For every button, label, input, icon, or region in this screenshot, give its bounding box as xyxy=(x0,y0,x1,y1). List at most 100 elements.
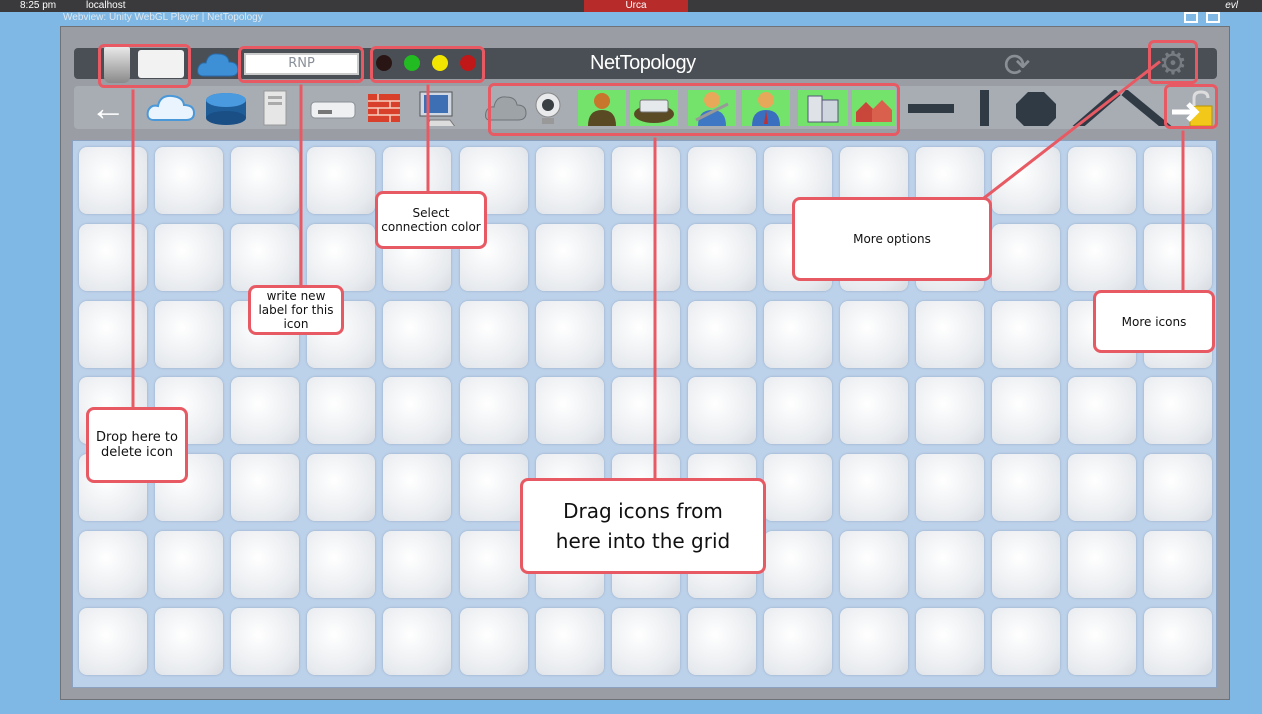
grid-cell[interactable] xyxy=(383,531,452,598)
grid-cell[interactable] xyxy=(1144,147,1213,214)
grid-cell[interactable] xyxy=(459,454,528,522)
grid-cell[interactable] xyxy=(307,454,376,522)
grid-cell[interactable] xyxy=(535,377,604,445)
grid-cell[interactable] xyxy=(1068,147,1137,214)
grid-cell[interactable] xyxy=(611,147,680,214)
grid-cell[interactable] xyxy=(992,531,1061,598)
grid-cell[interactable] xyxy=(231,223,300,291)
grid-cell[interactable] xyxy=(1068,223,1137,291)
grid-cell[interactable] xyxy=(687,607,756,675)
grid-cell[interactable] xyxy=(231,147,300,214)
horizontal-line-icon[interactable] xyxy=(906,90,956,126)
grid-cell[interactable] xyxy=(307,531,376,598)
grid-cell[interactable] xyxy=(1144,377,1213,445)
grid-cell[interactable] xyxy=(231,377,300,445)
palette-highlight xyxy=(488,83,900,136)
grid-cell[interactable] xyxy=(383,300,452,368)
grid-cell[interactable] xyxy=(687,300,756,368)
desktop-computer-icon[interactable] xyxy=(416,90,460,126)
grid-cell[interactable] xyxy=(1144,454,1213,522)
firewall-icon[interactable] xyxy=(366,90,402,126)
grid-cell[interactable] xyxy=(916,300,985,368)
grid-cell[interactable] xyxy=(535,223,604,291)
grid-cell[interactable] xyxy=(79,300,147,368)
grid-cell[interactable] xyxy=(79,147,147,214)
grid-cell[interactable] xyxy=(840,531,908,598)
grid-cell[interactable] xyxy=(840,454,908,522)
grid-cell[interactable] xyxy=(535,607,604,675)
topology-grid[interactable] xyxy=(72,140,1217,688)
grid-cell[interactable] xyxy=(459,607,528,675)
grid-cell[interactable] xyxy=(307,607,376,675)
grid-cell[interactable] xyxy=(763,377,832,445)
host-label: localhost xyxy=(86,0,126,11)
grid-cell[interactable] xyxy=(459,300,528,368)
grid-cell[interactable] xyxy=(763,454,832,522)
back-arrow-icon[interactable]: ← xyxy=(86,90,130,126)
grid-cell[interactable] xyxy=(916,531,985,598)
grid-cell[interactable] xyxy=(992,223,1061,291)
grid-cell[interactable] xyxy=(383,377,452,445)
vertical-line-icon[interactable] xyxy=(972,90,996,126)
grid-cell[interactable] xyxy=(231,454,300,522)
grid-cell[interactable] xyxy=(535,147,604,214)
grid-cell[interactable] xyxy=(763,300,832,368)
grid-cell[interactable] xyxy=(611,223,680,291)
grid-cell[interactable] xyxy=(535,300,604,368)
drag-callout: Drag icons from here into the grid xyxy=(520,478,766,574)
grid-cell[interactable] xyxy=(155,147,224,214)
grid-cell[interactable] xyxy=(992,377,1061,445)
grid-cell[interactable] xyxy=(155,223,224,291)
grid-cell[interactable] xyxy=(307,223,376,291)
options-callout: More options xyxy=(792,197,992,281)
grid-cell[interactable] xyxy=(1144,531,1213,598)
grid-cell[interactable] xyxy=(840,377,908,445)
grid-cell[interactable] xyxy=(1068,531,1137,598)
grid-cell[interactable] xyxy=(687,147,756,214)
grid-cell[interactable] xyxy=(916,454,985,522)
grid-cell[interactable] xyxy=(231,607,300,675)
grid-cell[interactable] xyxy=(459,377,528,445)
grid-cell[interactable] xyxy=(155,531,224,598)
grid-cell[interactable] xyxy=(763,531,832,598)
grid-cell[interactable] xyxy=(611,300,680,368)
grid-cell[interactable] xyxy=(916,607,985,675)
grid-cell[interactable] xyxy=(1144,223,1213,291)
grid-cell[interactable] xyxy=(1068,377,1137,445)
server-tower-icon[interactable] xyxy=(262,90,288,126)
grid-cell[interactable] xyxy=(155,300,224,368)
grid-cell[interactable] xyxy=(840,300,908,368)
grid-cell[interactable] xyxy=(79,607,147,675)
grid-cell[interactable] xyxy=(1068,454,1137,522)
grid-cell[interactable] xyxy=(383,454,452,522)
label-input-highlight xyxy=(238,46,364,83)
cloud-icon[interactable] xyxy=(146,90,196,126)
close-window-button[interactable] xyxy=(1206,12,1220,23)
database-icon[interactable] xyxy=(202,90,250,126)
brand-logo: evl xyxy=(1225,0,1238,11)
grid-cell[interactable] xyxy=(1068,607,1137,675)
grid-cell[interactable] xyxy=(687,223,756,291)
switch-icon[interactable] xyxy=(308,90,358,126)
maximize-window-button[interactable] xyxy=(1184,12,1198,23)
octagon-shape-icon[interactable] xyxy=(1012,90,1060,126)
grid-cell[interactable] xyxy=(611,607,680,675)
grid-cell[interactable] xyxy=(611,377,680,445)
grid-cell[interactable] xyxy=(231,531,300,598)
grid-cell[interactable] xyxy=(763,607,832,675)
grid-cell[interactable] xyxy=(840,607,908,675)
grid-cell[interactable] xyxy=(79,223,147,291)
grid-cell[interactable] xyxy=(992,300,1061,368)
grid-cell[interactable] xyxy=(307,377,376,445)
grid-cell[interactable] xyxy=(992,454,1061,522)
grid-cell[interactable] xyxy=(687,377,756,445)
grid-cell[interactable] xyxy=(307,147,376,214)
grid-cell[interactable] xyxy=(992,607,1061,675)
grid-cell[interactable] xyxy=(79,531,147,598)
grid-cell[interactable] xyxy=(155,607,224,675)
grid-cell[interactable] xyxy=(1144,607,1213,675)
grid-cell[interactable] xyxy=(383,607,452,675)
refresh-icon[interactable]: ⟳ xyxy=(1000,48,1034,82)
grid-cell[interactable] xyxy=(916,377,985,445)
grid-cell[interactable] xyxy=(459,531,528,598)
